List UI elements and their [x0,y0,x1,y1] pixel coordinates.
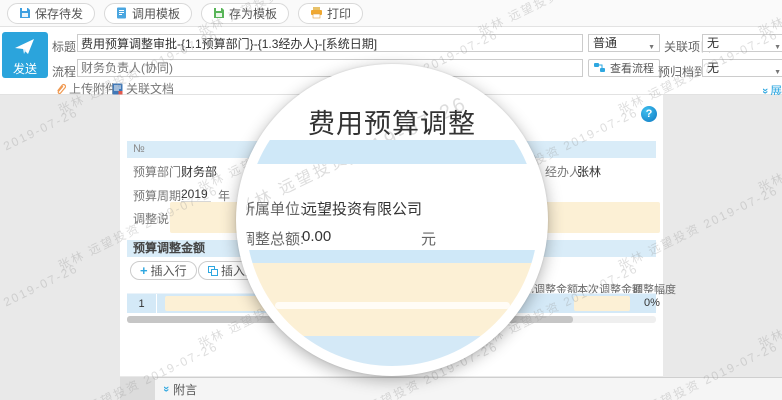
plus-icon: + [140,263,148,278]
scroll-corner [120,377,155,400]
view-flow-button[interactable]: 查看流程 [588,59,660,77]
save-blue-icon [19,7,31,19]
unit-value: 远望投资有限公司 [302,198,422,219]
budget-dept-label: 预算部门: [133,163,184,180]
load-template-button[interactable]: 调用模板 [104,3,192,24]
total-value: 0.00 [302,228,331,245]
flow-input[interactable] [77,59,583,77]
save-green-icon [213,7,225,19]
dropdown-arrow-icon: ▼ [648,40,655,56]
priority-select[interactable]: 普通 ▼ [588,34,660,52]
magnified-input-highlight [275,302,510,309]
printer-icon [310,7,323,19]
save-pending-button[interactable]: 保存待发 [7,3,95,24]
prearchive-value: 无 [707,61,719,75]
magnified-note-area [246,263,538,336]
rate-value: 0% [644,297,660,309]
magnified-header-bar [246,140,538,164]
print-button[interactable]: 打印 [298,3,363,24]
handler-value: 张林 [577,163,601,180]
chevron-down-icon: » [759,87,771,93]
top-toolbar: 保存待发 调用模板 存为模板 打印 [0,0,782,27]
budget-period-input[interactable]: 2019 [181,187,211,202]
document-icon [112,83,123,95]
load-template-label: 调用模板 [132,5,180,22]
related-project-value: 无 [707,36,719,50]
related-project-select[interactable]: 无 ▼ [702,34,782,52]
paperclip-icon [55,83,66,95]
insert-row-button[interactable]: + 插入行 [130,261,197,280]
paper-plane-icon [2,38,48,59]
prearchive-select[interactable]: 无 ▼ [702,59,782,77]
total-label: 调整总额: [240,228,304,249]
save-pending-label: 保存待发 [35,5,83,22]
title-field-label: 标题: [52,38,79,55]
help-icon[interactable]: ? [641,106,657,122]
dropdown-arrow-icon: ▼ [774,40,781,56]
send-button[interactable]: 发送 [2,32,48,78]
budget-dept-value: 财务部 [181,163,217,180]
flow-field-label: 流程: [52,63,79,80]
dropdown-arrow-icon: ▼ [774,65,781,81]
postscript-label: 附言 [173,381,197,398]
magnified-form-title: 费用预算调整 [246,102,538,141]
view-flow-label: 查看流程 [610,60,654,76]
flow-diagram-icon [594,63,606,73]
adjust-amount-input-cell[interactable] [574,296,630,311]
magnifier-lens: 2019-07-26 张林 远望投资 费用预算调整 所属单位: 远望投资有限公司… [236,64,548,376]
save-as-template-label: 存为模板 [229,5,277,22]
save-as-template-button[interactable]: 存为模板 [201,3,289,24]
template-doc-icon [116,7,128,19]
insert-row-label: 插入行 [151,262,187,279]
magnified-section-bar [246,250,538,263]
insert-fee-icon [208,266,218,276]
unit-label: 所属单位: [240,198,304,219]
send-label: 发送 [2,60,48,77]
currency-suffix: 元 [421,228,436,249]
app-window: 保存待发 调用模板 存为模板 打印 发送 标题: [0,0,782,400]
title-input[interactable] [77,34,583,52]
postscript-bar[interactable]: » 附言 [155,377,782,400]
section-title: 预算调整金额 [133,241,205,255]
print-label: 打印 [327,5,351,22]
chevron-down-icon: » [160,386,172,392]
priority-value: 普通 [593,36,617,50]
row-index: 1 [127,294,157,314]
number-sign-label: № [133,143,145,155]
